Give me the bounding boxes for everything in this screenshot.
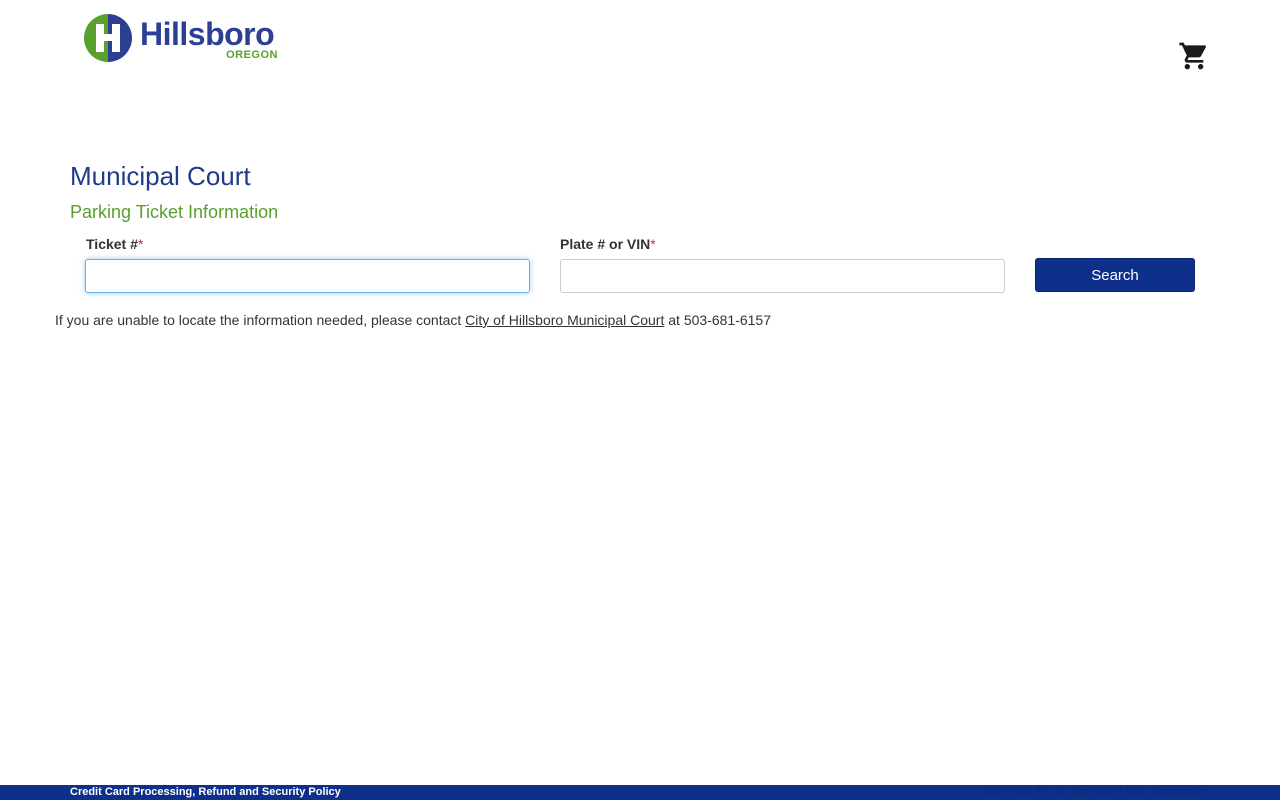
plate-or-vin-label: Plate # or VIN* xyxy=(560,236,656,252)
plate-or-vin-label-text: Plate # or VIN xyxy=(560,236,651,252)
plate-or-vin-input[interactable] xyxy=(560,259,1005,293)
ticket-number-label: Ticket #* xyxy=(86,236,143,252)
page-title: Municipal Court xyxy=(70,161,251,191)
page-subtitle: Parking Ticket Information xyxy=(70,202,279,222)
version-text: AIMS Web 9.0.42.10n ©2017 CSC Corporatio… xyxy=(980,786,1210,798)
required-marker: * xyxy=(650,236,656,252)
security-policy-link[interactable]: Credit Card Processing, Refund and Secur… xyxy=(70,786,341,799)
logo-wordmark: Hillsboro xyxy=(140,16,275,52)
logo-region: OREGON xyxy=(226,49,278,61)
footer: Credit Card Processing, Refund and Secur… xyxy=(0,785,1280,800)
municipal-court-link[interactable]: City of Hillsboro Municipal Court xyxy=(465,312,664,328)
hillsboro-logo-mark-icon xyxy=(84,14,132,62)
hillsboro-logo[interactable]: Hillsboro OREGON xyxy=(82,12,282,64)
required-marker: * xyxy=(137,236,144,252)
help-text-before: If you are unable to locate the informat… xyxy=(55,312,466,328)
search-button[interactable]: Search xyxy=(1035,258,1195,292)
help-text: If you are unable to locate the informat… xyxy=(55,311,771,329)
ticket-number-label-text: Ticket # xyxy=(86,236,138,252)
ticket-number-input[interactable] xyxy=(85,259,530,293)
help-text-after: at 503-681-6157 xyxy=(664,312,771,328)
shopping-cart-icon[interactable] xyxy=(1178,40,1210,72)
